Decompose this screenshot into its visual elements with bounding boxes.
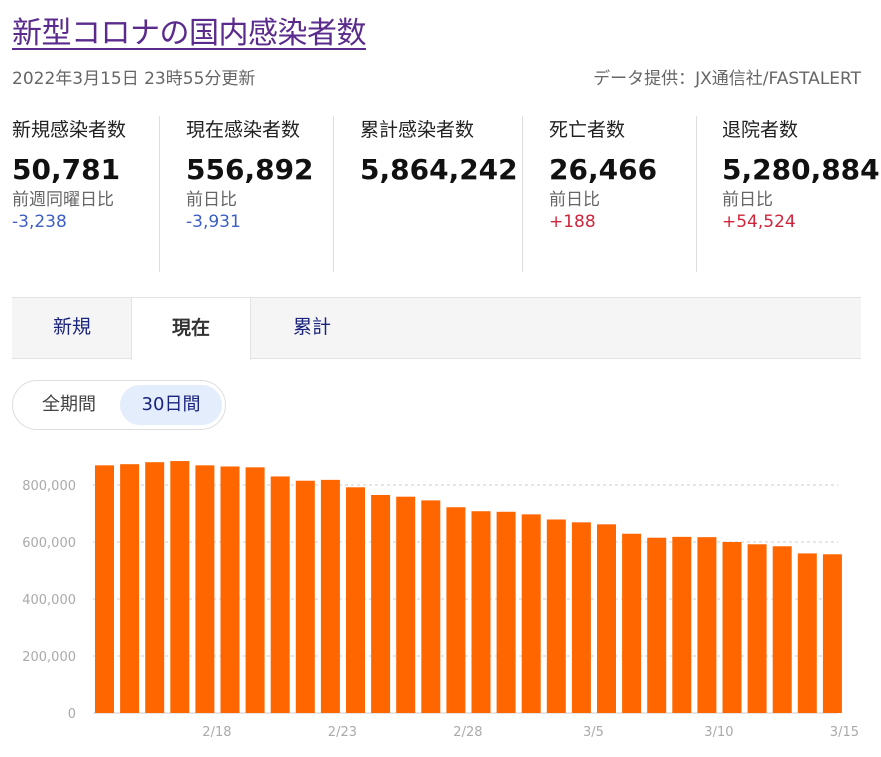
bar bbox=[270, 476, 290, 713]
stat-value: 5,864,242 bbox=[360, 153, 518, 186]
bar bbox=[622, 533, 642, 713]
stats-panel: 新規感染者数 50,781 前週同曜日比 -3,238 現在感染者数 556,8… bbox=[12, 116, 880, 274]
bar bbox=[597, 524, 616, 713]
stat-label: 死亡者数 bbox=[549, 119, 626, 141]
bar bbox=[120, 464, 140, 713]
bar bbox=[496, 511, 516, 713]
bar bbox=[521, 514, 541, 713]
bar bbox=[220, 466, 240, 713]
y-tick-label: 200,000 bbox=[22, 650, 76, 665]
stat-sub: 前日比 bbox=[722, 190, 773, 210]
bar bbox=[797, 553, 817, 713]
current-cases-bar-chart: 0 200,000 400,000 600,000 800,000 2/18 2/23 2/2… bbox=[22, 461, 859, 740]
bar bbox=[446, 507, 466, 713]
y-tick-label: 600,000 bbox=[22, 536, 76, 551]
y-tick-label: 0 bbox=[68, 707, 76, 722]
bar bbox=[371, 494, 391, 713]
y-tick-label: 800,000 bbox=[22, 479, 76, 494]
tab-total[interactable]: 累計 bbox=[252, 297, 372, 359]
x-tick-label: 3/10 bbox=[704, 725, 733, 740]
bar bbox=[546, 519, 566, 713]
stat-deaths: 死亡者数 26,466 前日比 +188 bbox=[549, 116, 697, 272]
stat-label: 新規感染者数 bbox=[12, 119, 127, 141]
bar bbox=[722, 542, 742, 713]
stat-value: 50,781 bbox=[12, 153, 121, 186]
stat-current-cases: 現在感染者数 556,892 前日比 -3,931 bbox=[186, 116, 334, 272]
stat-total-cases: 累計感染者数 5,864,242 bbox=[360, 116, 523, 272]
stat-delta: +188 bbox=[549, 212, 596, 232]
tab-current[interactable]: 現在 bbox=[131, 297, 251, 360]
stat-sub: 前週同曜日比 bbox=[12, 190, 114, 210]
page-title[interactable]: 新型コロナの国内感染者数 bbox=[12, 8, 367, 52]
bar bbox=[672, 536, 692, 713]
period-30days-button[interactable]: 30日間 bbox=[120, 385, 222, 425]
x-tick-label: 2/23 bbox=[328, 725, 357, 740]
period-toggle: 全期間 30日間 bbox=[12, 380, 226, 430]
stat-label: 現在感染者数 bbox=[186, 119, 301, 141]
bar bbox=[245, 467, 265, 713]
stat-discharged: 退院者数 5,280,884 前日比 +54,524 bbox=[722, 116, 880, 272]
stat-sub: 前日比 bbox=[549, 190, 600, 210]
bar bbox=[170, 461, 190, 713]
x-tick-label: 2/28 bbox=[453, 725, 482, 740]
bar bbox=[295, 480, 315, 713]
bar bbox=[772, 546, 792, 713]
bar bbox=[396, 496, 416, 713]
x-tick-label: 2/18 bbox=[202, 725, 231, 740]
bar bbox=[697, 537, 717, 713]
stat-delta: -3,931 bbox=[186, 212, 241, 232]
stat-delta: -3,238 bbox=[12, 212, 67, 232]
chart-tabs: 新規 現在 累計 bbox=[12, 297, 861, 360]
bar bbox=[647, 537, 667, 713]
bar bbox=[346, 487, 365, 713]
stat-sub: 前日比 bbox=[186, 190, 237, 210]
updated-timestamp: 2022年3月15日 23時55分更新 bbox=[12, 69, 256, 89]
stat-value: 5,280,884 bbox=[722, 153, 880, 186]
stat-value: 26,466 bbox=[549, 153, 658, 186]
stat-value: 556,892 bbox=[186, 153, 314, 186]
period-all-button[interactable]: 全期間 bbox=[19, 385, 119, 425]
x-tick-label: 3/5 bbox=[583, 725, 604, 740]
tab-new[interactable]: 新規 bbox=[12, 297, 132, 359]
bar bbox=[471, 511, 491, 713]
data-source: データ提供：JX通信社/FASTALERT bbox=[593, 69, 861, 89]
bar bbox=[95, 465, 114, 713]
stat-delta: +54,524 bbox=[722, 212, 796, 232]
stat-label: 退院者数 bbox=[722, 119, 799, 141]
stat-label: 累計感染者数 bbox=[360, 119, 475, 141]
bar bbox=[320, 479, 340, 713]
bar bbox=[571, 522, 591, 713]
bar bbox=[421, 500, 441, 713]
x-tick-label: 3/15 bbox=[830, 725, 859, 740]
bar bbox=[822, 554, 842, 713]
bar bbox=[195, 465, 215, 713]
bar bbox=[145, 462, 165, 713]
bar bbox=[747, 544, 767, 713]
stat-new-cases: 新規感染者数 50,781 前週同曜日比 -3,238 bbox=[12, 116, 160, 272]
y-tick-label: 400,000 bbox=[22, 593, 76, 608]
